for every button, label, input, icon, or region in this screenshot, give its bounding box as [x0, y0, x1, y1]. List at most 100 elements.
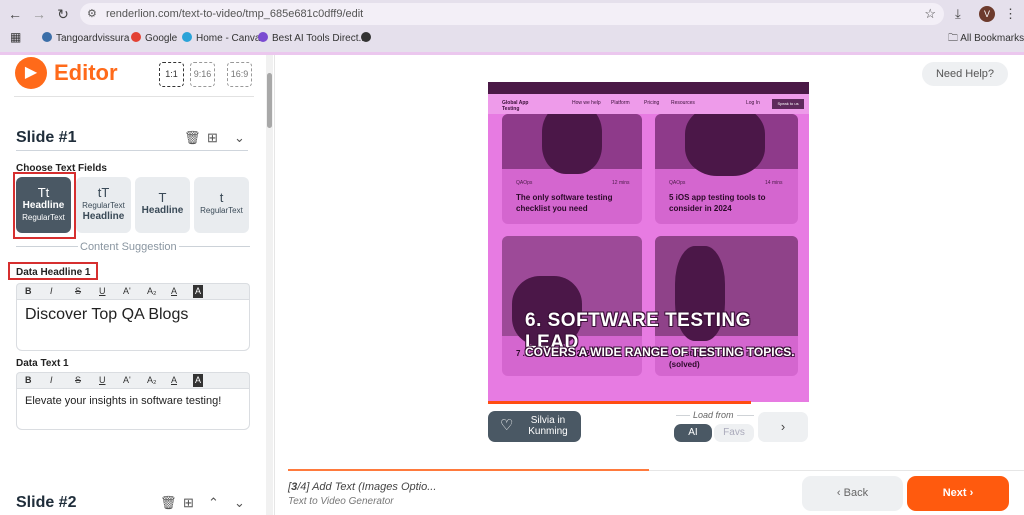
profile-avatar[interactable]: V [979, 6, 995, 22]
bookmark-canva[interactable]: Home - Canva [182, 32, 260, 46]
headline-editor[interactable]: Discover Top QA Blogs [16, 299, 250, 351]
superscript-button[interactable]: A' [123, 374, 131, 387]
bookmark-globe[interactable] [361, 32, 375, 46]
preview-nav-item: How we help [572, 100, 601, 106]
preview-nav-item: Platform [611, 100, 630, 106]
url-text: renderlion.com/text-to-video/tmp_685e681… [106, 8, 364, 20]
italic-button[interactable]: I [50, 285, 53, 298]
chevron-left-icon: ‹ [836, 487, 844, 499]
chevron-up-icon[interactable]: ⌃ [208, 495, 219, 511]
highlight-box-headline-label [8, 262, 98, 280]
trash-icon[interactable]: 🗑 [160, 495, 177, 511]
voice-name: Silvia in Kunming [528, 415, 568, 437]
slide-1-title: Slide #1 [16, 129, 77, 146]
underline-button[interactable]: U [99, 285, 106, 298]
slide-title-underline [16, 150, 248, 151]
preview-nav-item: Resources [671, 100, 695, 106]
preview-nav-item: Log In [746, 100, 760, 106]
bold-button[interactable]: B [25, 374, 32, 387]
heart-icon: ♡ [500, 417, 514, 434]
bookmark-google[interactable]: Google [131, 32, 177, 46]
step-indicator: [3/4] Add Text (Images Optio... [288, 481, 437, 493]
sidebar-scrollbar[interactable] [266, 55, 273, 515]
trash-icon[interactable]: 🗑 [184, 130, 201, 146]
site-info-icon[interactable]: ⚙ [87, 3, 97, 25]
back-button[interactable]: ‹ Back [802, 476, 903, 511]
wordpress-icon [42, 32, 52, 42]
chevron-right-icon: › [780, 419, 786, 434]
ratio-1-1-button[interactable]: 1:1 [159, 62, 184, 87]
text-editor[interactable]: Elevate your insights in software testin… [16, 388, 250, 430]
need-help-button[interactable]: Need Help? [922, 62, 1008, 86]
menu-kebab-icon[interactable]: ⋮ [1004, 5, 1017, 23]
video-preview[interactable]: Global App Testing How we help Platform … [488, 82, 809, 402]
highlight-box-tile [13, 172, 76, 239]
ratio-9-16-button[interactable]: 9:16 [190, 62, 215, 87]
address-bar[interactable]: ⚙ renderlion.com/text-to-video/tmp_685e6… [80, 3, 944, 25]
data-text-label: Data Text 1 [16, 358, 69, 369]
back-label: Back [843, 487, 869, 499]
add-slide-icon[interactable]: ⊞ [183, 495, 194, 511]
highlight-color-button[interactable]: A [193, 374, 204, 387]
chevron-down-icon[interactable]: ⌄ [234, 130, 245, 146]
subscript-button[interactable]: A₂ [147, 285, 157, 298]
card-title: 5 iOS app testing tools to consider in 2… [669, 193, 766, 213]
bold-button[interactable]: B [25, 285, 32, 298]
step-subtitle: Text to Video Generator [288, 496, 394, 507]
canva-icon [182, 32, 192, 42]
next-label: Next [942, 487, 967, 499]
preview-nav-item: Pricing [644, 100, 660, 106]
forward-arrow-icon[interactable]: → [30, 5, 48, 23]
editor-logo-text: Editor [54, 60, 118, 85]
load-from-ai-toggle[interactable]: AI [674, 424, 712, 442]
back-arrow-icon[interactable]: ← [6, 5, 24, 23]
slide-2-title: Slide #2 [16, 494, 77, 511]
next-media-button[interactable]: › [758, 412, 808, 442]
italic-button[interactable]: I [50, 374, 53, 387]
figure-shape [685, 114, 765, 176]
preview-site-brand: Global App Testing [502, 100, 529, 112]
card-mins: 12 mins [612, 180, 630, 186]
header-divider [14, 96, 254, 97]
content-suggestion-label[interactable]: Content Suggestion [78, 241, 179, 253]
panel-divider [274, 55, 275, 515]
step-label: Add Text (Images Optio... [312, 481, 437, 493]
scrollbar-thumb[interactable] [267, 73, 272, 128]
superscript-button[interactable]: A' [123, 285, 131, 298]
bookmarks-bar: ▦ Tangoardvissura - Google Home - Canva … [0, 29, 1024, 51]
load-from-favs-toggle[interactable]: Favs [714, 424, 754, 442]
next-button[interactable]: Next › [907, 476, 1009, 511]
highlight-color-button[interactable]: A [193, 285, 204, 298]
ai-tools-icon [258, 32, 268, 42]
bookmark-tangoardvissura[interactable]: Tangoardvissura - [42, 32, 135, 46]
voice-selector-button[interactable]: ♡ Silvia in Kunming [488, 411, 581, 442]
google-icon [131, 32, 141, 42]
text-color-button[interactable]: A [171, 374, 177, 387]
load-from-label: Load from [690, 410, 737, 420]
step-total: /4] [297, 481, 310, 493]
text-color-button[interactable]: A [171, 285, 177, 298]
apps-grid-icon[interactable]: ▦ [10, 30, 21, 44]
preview-card: QAOps 12 mins The only software testing … [502, 114, 642, 224]
video-progress-bar[interactable] [488, 401, 751, 404]
subscript-button[interactable]: A₂ [147, 374, 157, 387]
add-slide-icon[interactable]: ⊞ [207, 130, 218, 146]
strike-button[interactable]: S [75, 374, 81, 387]
text-field-option-regular-headline[interactable]: tT RegularText Headline [76, 177, 131, 233]
bookmark-star-icon[interactable]: ☆ [924, 3, 936, 25]
card-meta: QAOps [669, 180, 686, 186]
download-icon[interactable]: ⤓ [955, 5, 961, 23]
text-field-option-headline[interactable]: T Headline [135, 177, 190, 233]
bookmark-best-ai-tools[interactable]: Best AI Tools Direct... [258, 32, 367, 46]
all-bookmarks[interactable]: 🗀 All Bookmarks [948, 32, 1024, 46]
chevron-down-icon[interactable]: ⌄ [234, 495, 245, 511]
editor-logo-icon: ▶ [15, 57, 47, 89]
ratio-16-9-button[interactable]: 16:9 [227, 62, 252, 87]
preview-card-image [502, 114, 642, 174]
text-field-option-regular[interactable]: t RegularText [194, 177, 249, 233]
headline-format-toolbar: B I S U A' A₂ A A [16, 283, 250, 299]
strike-button[interactable]: S [75, 285, 81, 298]
underline-button[interactable]: U [99, 374, 106, 387]
card-mins: 14 mins [765, 180, 783, 186]
reload-icon[interactable]: ↻ [54, 5, 72, 23]
